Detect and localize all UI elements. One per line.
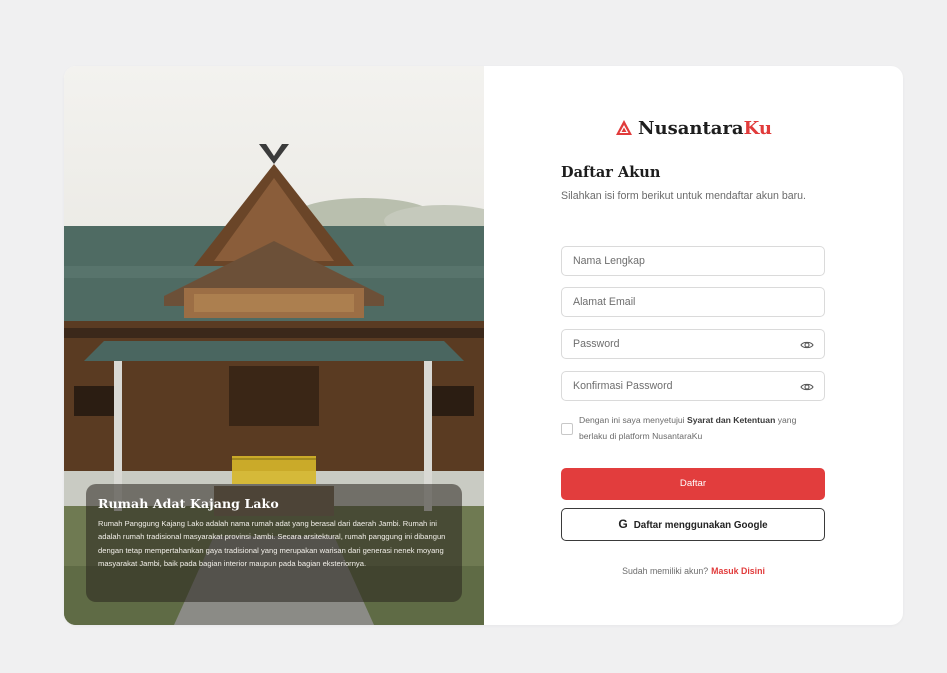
full-name-field [561,246,825,276]
password-field [561,329,825,359]
register-form-panel: NusantaraKu Daftar Akun Silahkan isi for… [484,66,903,625]
hero-image-panel: Rumah Adat Kajang Lako Rumah Panggung Ka… [64,66,484,625]
terms-text: Dengan ini saya menyetujui Syarat dan Ke… [579,412,819,444]
brand-name-accent: Ku [743,118,772,139]
eye-icon[interactable] [800,338,814,352]
terms-link[interactable]: Syarat dan Ketentuan [687,415,775,425]
form-subtitle: Silahkan isi form berikut untuk mendafta… [561,190,806,202]
register-button[interactable]: Daftar [561,468,825,500]
nusantaraku-logo-icon [616,120,633,135]
google-register-button[interactable]: G Daftar menggunakan Google [561,508,825,541]
login-link[interactable]: Masuk Disini [711,566,765,576]
google-icon: G [618,517,628,531]
register-card: Rumah Adat Kajang Lako Rumah Panggung Ka… [64,66,903,625]
hero-description: Rumah Panggung Kajang Lako adalah nama r… [98,519,446,568]
full-name-input[interactable] [562,247,793,275]
brand-name-main: Nusantara [638,118,744,139]
hero-caption: Rumah Adat Kajang Lako Rumah Panggung Ka… [86,484,462,602]
password-input[interactable] [562,330,793,358]
email-field [561,287,825,317]
google-register-label: Daftar menggunakan Google [633,520,768,531]
login-prompt: Sudah memiliki akun? Masuk Disini [484,566,903,576]
login-prompt-text: Sudah memiliki akun? [622,566,709,576]
confirm-password-input[interactable] [562,372,793,400]
confirm-password-field [561,371,825,401]
terms-prefix: Dengan ini saya menyetujui [579,415,687,425]
terms-checkbox[interactable] [561,423,573,435]
eye-icon[interactable] [800,380,814,394]
brand-logo[interactable]: NusantaraKu [484,118,903,139]
hero-title: Rumah Adat Kajang Lako [98,496,279,511]
form-title: Daftar Akun [561,164,661,181]
email-input[interactable] [562,288,793,316]
